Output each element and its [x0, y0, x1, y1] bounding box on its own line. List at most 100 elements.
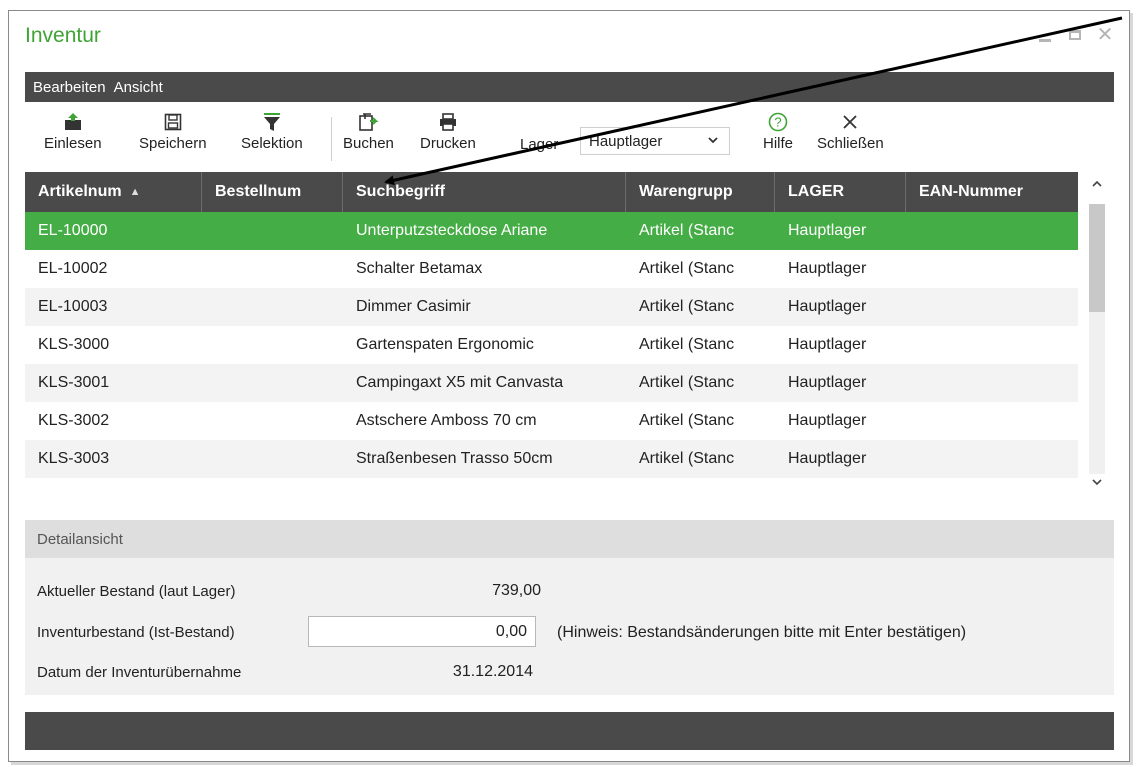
col-header-ean[interactable]: EAN-Nummer	[906, 172, 1078, 212]
minimize-icon[interactable]	[1036, 26, 1054, 44]
col-header-suchbegriff[interactable]: Suchbegriff	[343, 172, 626, 212]
table-row[interactable]: KLS-3003 Straßenbesen Trasso 50cm Artikel …	[25, 440, 1078, 478]
buchen-button[interactable]: Buchen	[343, 110, 394, 152]
col-header-warengruppe[interactable]: Warengrupp	[626, 172, 775, 212]
cell-suchbegriff: Unterputzsteckdose Ariane	[356, 222, 548, 239]
hilfe-button[interactable]: ? Hilfe	[763, 110, 793, 152]
selektion-label: Selektion	[241, 135, 303, 152]
cell-artikelnummer: KLS-3003	[38, 450, 110, 467]
status-bar	[25, 712, 1114, 750]
cell-lager: Hauptlager	[788, 298, 867, 315]
cell-lager: Hauptlager	[788, 374, 867, 391]
col-header-bestellnummer[interactable]: Bestellnum	[202, 172, 343, 212]
cell-ean	[906, 364, 1078, 402]
cell-bestellnummer	[202, 212, 343, 250]
close-icon	[842, 110, 858, 134]
book-icon	[357, 110, 379, 134]
cell-ean	[906, 212, 1078, 250]
cell-bestellnummer	[202, 326, 343, 364]
scroll-up-icon[interactable]	[1080, 178, 1114, 198]
cell-warengruppe: Artikel (Stanc	[639, 222, 735, 239]
cell-warengruppe: Artikel (Stanc	[639, 336, 735, 353]
print-icon	[438, 110, 458, 134]
cell-artikelnummer: KLS-3001	[38, 374, 110, 391]
menu-bar: Bearbeiten Ansicht	[25, 72, 1114, 102]
drucken-label: Drucken	[420, 135, 476, 152]
speichern-label: Speichern	[139, 135, 207, 152]
selektion-button[interactable]: Selektion	[241, 110, 303, 152]
cell-warengruppe: Artikel (Stanc	[639, 450, 735, 467]
hilfe-label: Hilfe	[763, 135, 794, 152]
vertical-scrollbar[interactable]	[1080, 172, 1114, 502]
cell-artikelnummer: EL-10003	[38, 298, 108, 315]
schliessen-button[interactable]: Schließen	[817, 110, 884, 152]
col-header-artikelnummer[interactable]: Artikelnum ▲	[25, 172, 202, 212]
cell-artikelnummer: KLS-3002	[38, 412, 110, 429]
menu-bearbeiten[interactable]: Bearbeiten	[33, 79, 106, 96]
speichern-button[interactable]: Speichern	[139, 110, 207, 152]
cell-ean	[906, 440, 1078, 478]
cell-ean	[906, 326, 1078, 364]
cell-warengruppe: Artikel (Stanc	[639, 260, 735, 277]
einlesen-label: Einlesen	[44, 135, 102, 152]
cell-artikelnummer: EL-10000	[38, 222, 108, 239]
detail-panel: Detailansicht Aktueller Bestand (laut La…	[25, 520, 1114, 695]
cell-bestellnummer	[202, 250, 343, 288]
cell-ean	[906, 250, 1078, 288]
col-header-lager[interactable]: LAGER	[775, 172, 906, 212]
close-icon[interactable]: ✕	[1096, 25, 1114, 45]
cell-warengruppe: Artikel (Stanc	[639, 412, 735, 429]
scroll-track[interactable]	[1089, 204, 1105, 474]
scroll-down-icon[interactable]	[1080, 476, 1114, 496]
inventur-label: Inventurbestand (Ist-Bestand)	[37, 624, 235, 641]
cell-ean	[906, 288, 1078, 326]
bestand-value: 739,00	[492, 582, 541, 599]
help-icon: ?	[768, 110, 788, 134]
buchen-label: Buchen	[343, 135, 394, 152]
cell-bestellnummer	[202, 364, 343, 402]
cell-artikelnummer: EL-10002	[38, 260, 108, 277]
cell-suchbegriff: Dimmer Casimir	[356, 298, 471, 315]
maximize-icon[interactable]	[1066, 26, 1084, 44]
sort-asc-icon: ▲	[129, 186, 141, 198]
save-icon	[164, 110, 182, 134]
cell-ean	[906, 402, 1078, 440]
cell-warengruppe: Artikel (Stanc	[639, 374, 735, 391]
toolbar-separator	[331, 117, 332, 161]
table-row[interactable]: KLS-3002 Astschere Amboss 70 cm Artikel (S…	[25, 402, 1078, 440]
grid-header: Artikelnum ▲ Bestellnum Suchbegriff Ware…	[25, 172, 1078, 212]
hint-text: (Hinweis: Bestandsänderungen bitte mit E…	[557, 624, 967, 641]
filter-icon	[263, 110, 281, 134]
bestand-label: Aktueller Bestand (laut Lager)	[37, 583, 236, 600]
cell-suchbegriff: Astschere Amboss 70 cm	[356, 412, 537, 429]
chevron-down-icon	[707, 134, 719, 149]
cell-suchbegriff: Schalter Betamax	[356, 260, 483, 277]
drucken-button[interactable]: Drucken	[420, 110, 476, 152]
article-grid: Artikelnum ▲ Bestellnum Suchbegriff Ware…	[25, 172, 1114, 502]
scroll-thumb[interactable]	[1089, 204, 1105, 312]
table-row[interactable]: KLS-3001 Campingaxt X5 mit Canvasta Artike…	[25, 364, 1078, 402]
cell-suchbegriff: Campingaxt X5 mit Canvasta	[356, 374, 564, 391]
window-title: Inventur	[25, 24, 101, 47]
datum-label: Datum der Inventurübernahme	[37, 664, 242, 681]
table-row[interactable]: KLS-3000 Gartenspaten Ergonomic Artikel (S…	[25, 326, 1078, 364]
table-row[interactable]: EL-10003 Dimmer Casimir Artikel (Stanc Haup…	[25, 288, 1078, 326]
menu-ansicht[interactable]: Ansicht	[114, 79, 163, 96]
inventur-input[interactable]: 0,00	[308, 616, 536, 647]
einlesen-button[interactable]: Einlesen	[44, 110, 102, 152]
table-row[interactable]: EL-10002 Schalter Betamax Artikel (Stanc Ha…	[25, 250, 1078, 288]
cell-lager: Hauptlager	[788, 260, 867, 277]
detail-header: Detailansicht	[25, 520, 1114, 558]
import-icon	[62, 110, 84, 134]
grid-body: EL-10000 Unterputzsteckdose Ariane Artikel…	[25, 212, 1078, 478]
cell-bestellnummer	[202, 440, 343, 478]
cell-suchbegriff: Straßenbesen Trasso 50cm	[356, 450, 553, 467]
cell-lager: Hauptlager	[788, 222, 867, 239]
window-controls: ✕	[1036, 25, 1114, 45]
table-row[interactable]: EL-10000 Unterputzsteckdose Ariane Artikel…	[25, 212, 1078, 250]
cell-bestellnummer	[202, 288, 343, 326]
cell-artikelnummer: KLS-3000	[38, 336, 110, 353]
lager-select[interactable]: Hauptlager	[580, 127, 730, 155]
lager-label: Lager	[520, 136, 559, 153]
cell-warengruppe: Artikel (Stanc	[639, 298, 735, 315]
